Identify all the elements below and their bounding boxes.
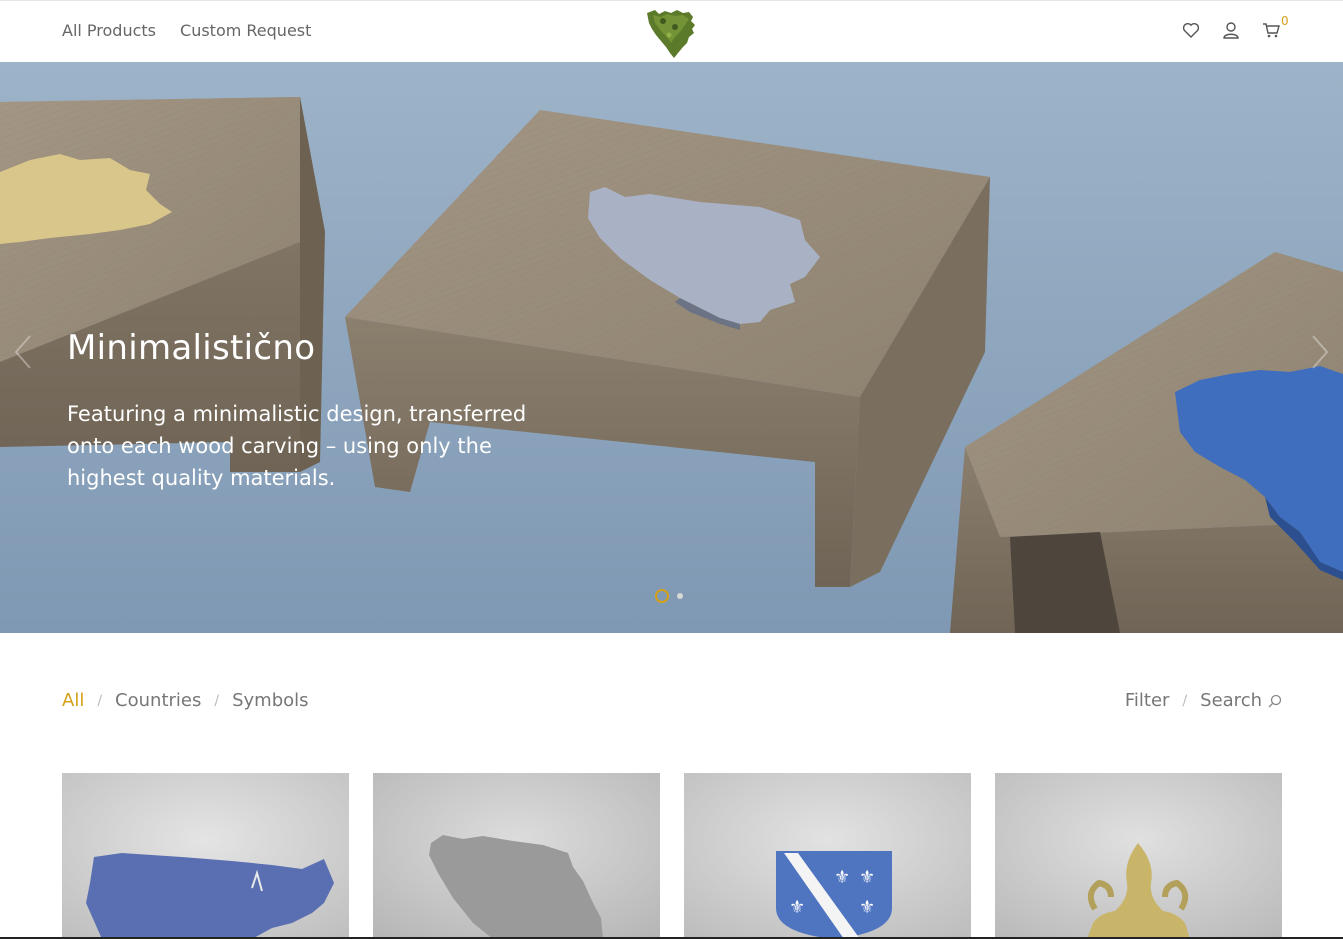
- separator: /: [214, 692, 220, 709]
- hero-slider: Minimalistično Featuring a minimalistic …: [0, 62, 1343, 633]
- nav-custom-request[interactable]: Custom Request: [180, 21, 311, 40]
- svg-text:⚜: ⚜: [789, 897, 805, 918]
- main-nav: All Products Custom Request: [62, 21, 311, 40]
- product-card-fleur-de-lis[interactable]: [995, 773, 1282, 939]
- category-countries[interactable]: Countries: [115, 690, 201, 711]
- svg-text:⚜: ⚜: [859, 867, 875, 888]
- heart-icon[interactable]: [1181, 19, 1201, 41]
- product-filter-bar: All / Countries / Symbols Filter / Searc…: [62, 690, 1282, 716]
- slider-dot-2[interactable]: [677, 593, 683, 599]
- user-icon[interactable]: [1221, 19, 1241, 41]
- category-all[interactable]: All: [62, 690, 84, 711]
- search-button[interactable]: Search: [1200, 690, 1282, 711]
- svg-text:⚜: ⚜: [859, 897, 875, 918]
- svg-text:⚜: ⚜: [834, 867, 850, 888]
- fleur-de-lis-product-image: [995, 773, 1282, 939]
- slider-prev-arrow[interactable]: [8, 332, 38, 372]
- hero-title: Minimalistično: [67, 328, 316, 368]
- search-icon: [1268, 694, 1282, 707]
- coat-of-arms-product-image: ⚜ ⚜ ⚜ ⚜: [684, 773, 971, 939]
- product-card-bosnia-map[interactable]: [373, 773, 660, 939]
- product-card-coat-of-arms[interactable]: ⚜ ⚜ ⚜ ⚜: [684, 773, 971, 939]
- slider-dot-1[interactable]: [655, 589, 669, 603]
- hero-description: Featuring a minimalistic design, transfe…: [67, 402, 527, 490]
- bosnia-map-product-image: [373, 773, 660, 939]
- product-grid: ⚜ ⚜ ⚜ ⚜: [62, 773, 1282, 939]
- separator: /: [97, 692, 103, 709]
- usa-map-product-image: [62, 773, 349, 939]
- cart-count-badge: 0: [1281, 14, 1289, 28]
- slider-next-arrow[interactable]: [1305, 332, 1335, 372]
- filter-tools: Filter / Search: [1125, 690, 1282, 711]
- separator: /: [1182, 692, 1188, 709]
- category-symbols[interactable]: Symbols: [232, 690, 308, 711]
- bosnia-map-logo[interactable]: [645, 7, 699, 59]
- cart-icon[interactable]: 0: [1261, 14, 1289, 41]
- filter-button[interactable]: Filter: [1125, 690, 1170, 711]
- slider-dots: [655, 589, 683, 603]
- search-label: Search: [1200, 690, 1262, 711]
- site-header: All Products Custom Request 0: [0, 0, 1343, 62]
- product-card-usa-map[interactable]: [62, 773, 349, 939]
- nav-all-products[interactable]: All Products: [62, 21, 156, 40]
- category-tabs: All / Countries / Symbols: [62, 690, 309, 711]
- header-icons: 0: [1181, 14, 1289, 41]
